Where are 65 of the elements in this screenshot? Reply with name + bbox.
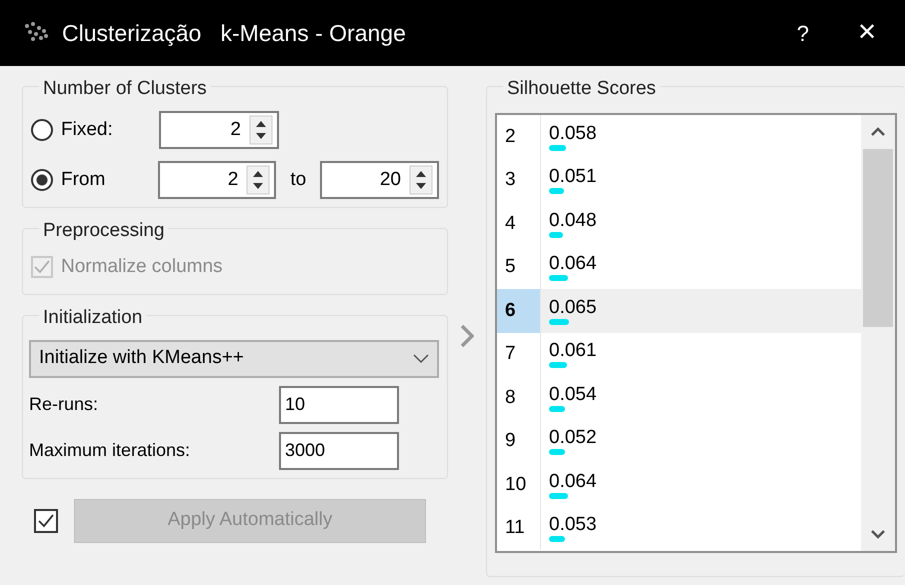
score-bar [549,144,566,151]
score-row[interactable]: 9 0.052 [497,420,861,463]
score-value: 0.058 [549,122,597,145]
spinner-arrows-icon[interactable] [408,165,433,195]
chevron-right-icon [460,324,474,348]
window-title: Clusterização k-Means - Orange [62,18,406,48]
radio-button[interactable] [31,169,53,191]
score-bar [549,362,568,368]
score-bar [549,232,564,238]
score-value: 0.053 [549,514,597,536]
score-row[interactable]: 10 0.064 [497,463,861,506]
score-row[interactable]: 8 0.054 [497,376,861,420]
scroll-thumb[interactable] [863,149,893,327]
field-label: Maximum iterations: [29,439,192,462]
spin-box[interactable]: 20 [320,161,439,199]
score-bar [549,188,564,194]
score-value: 0.051 [549,166,597,188]
score-bar [549,536,565,542]
score-bar [549,449,565,456]
method-dropdown[interactable]: Initialize with KMeans++ [29,340,439,378]
cluster-count: 8 [497,376,541,420]
score-row[interactable]: 7 0.061 [497,332,861,376]
cluster-count: 6 [497,289,541,332]
scroll-down-icon[interactable] [870,529,886,539]
spinner-arrows-icon[interactable] [249,115,273,145]
score-bar [549,406,566,412]
spin-box[interactable]: 2 [159,111,279,149]
cluster-count: 10 [497,463,541,506]
checkbox-label: Normalize columns [61,255,223,279]
radio-button[interactable] [31,119,53,141]
spinner-arrows-icon[interactable] [246,165,270,195]
score-value: 0.054 [549,384,597,406]
input-field[interactable]: 3000 [279,432,399,470]
scrollbar[interactable] [861,115,895,551]
score-row[interactable]: 2 0.058 [497,115,861,158]
cluster-count: 11 [497,506,541,550]
spin-box[interactable]: 2 [158,161,276,199]
score-value: 0.064 [549,470,597,493]
radio-label: Fixed: [61,118,113,142]
score-row[interactable]: 4 0.048 [497,202,861,246]
score-row[interactable]: 3 0.051 [497,158,861,202]
cluster-count: 2 [497,115,541,158]
chevron-down-icon [413,354,429,364]
cluster-count: 4 [497,202,541,246]
cluster-count: 7 [497,332,541,376]
score-bar [549,275,568,282]
cluster-count: 9 [497,420,541,463]
help-button[interactable]: ? [780,16,825,50]
score-value: 0.064 [549,253,597,276]
dots-logo-icon [24,22,50,44]
score-row[interactable]: 11 0.053 [497,506,861,550]
score-value: 0.052 [549,427,597,450]
score-value: 0.065 [549,296,597,319]
cluster-count: 3 [497,158,541,202]
score-value: 0.048 [549,210,597,232]
score-row[interactable]: 6 0.065 [497,289,861,332]
score-bar [549,492,568,499]
close-button[interactable]: ✕ [825,15,881,51]
scroll-up-icon[interactable] [870,127,886,137]
score-bar [549,318,568,325]
score-value: 0.061 [549,340,597,362]
range-connector: to [290,168,306,192]
field-label: Re-runs: [29,393,100,416]
radio-label: From [61,168,106,192]
input-field[interactable]: 10 [279,386,399,424]
